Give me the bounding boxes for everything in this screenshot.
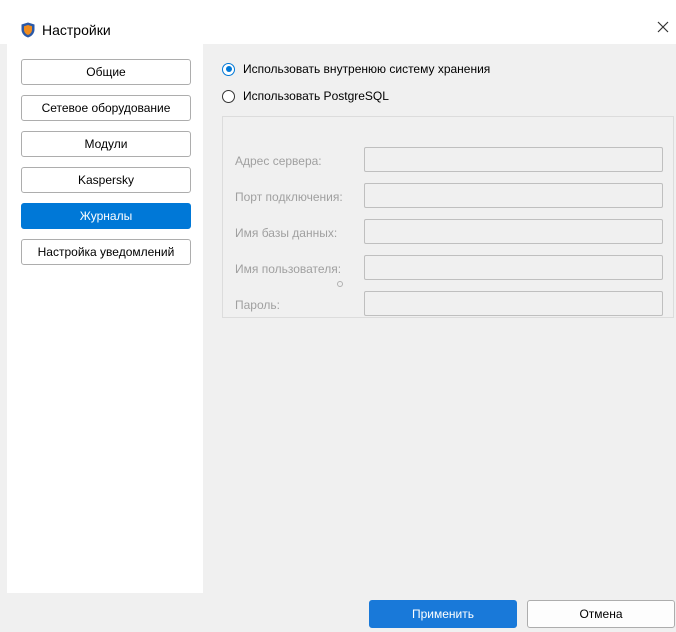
sidebar-item-label: Сетевое оборудование [41, 101, 171, 115]
close-icon [650, 21, 676, 43]
sidebar-item-network-equipment[interactable]: Сетевое оборудование [21, 95, 191, 121]
shield-icon [21, 22, 35, 38]
window-title: Настройки [42, 22, 111, 38]
cancel-button[interactable]: Отмена [527, 600, 675, 628]
settings-sidebar: Общие Сетевое оборудование Модули Kasper… [7, 44, 203, 593]
close-button[interactable] [650, 14, 676, 40]
password-hint-dot [337, 281, 343, 287]
sidebar-item-label: Общие [86, 65, 126, 79]
radio-unchecked-icon[interactable] [222, 89, 235, 103]
radio-postgresql[interactable]: Использовать PostgreSQL [222, 87, 389, 105]
sidebar-item-label: Модули [84, 137, 128, 151]
radio-label: Использовать внутренюю систему хранения [243, 62, 491, 76]
connection-port-input[interactable] [364, 183, 663, 208]
database-name-label: Имя базы данных: [235, 226, 338, 240]
sidebar-item-modules[interactable]: Модули [21, 131, 191, 157]
password-label: Пароль: [235, 298, 280, 312]
sidebar-item-label: Настройка уведомлений [37, 245, 175, 259]
database-name-input[interactable] [364, 219, 663, 244]
password-input[interactable] [364, 291, 663, 316]
radio-internal-storage[interactable]: Использовать внутренюю систему хранения [222, 60, 490, 78]
radio-label: Использовать PostgreSQL [243, 89, 389, 103]
sidebar-item-label: Kaspersky [77, 173, 135, 187]
apply-button[interactable]: Применить [369, 600, 517, 628]
connection-port-label: Порт подключения: [235, 190, 343, 204]
username-input[interactable] [364, 255, 663, 280]
title-bar: Настройки [0, 0, 676, 40]
server-address-input[interactable] [364, 147, 663, 172]
sidebar-item-kaspersky[interactable]: Kaspersky [21, 167, 191, 193]
settings-window: Настройки Общие Сетевое оборудование Мод… [0, 0, 676, 632]
server-address-label: Адрес сервера: [235, 154, 322, 168]
sidebar-item-label: Журналы [79, 209, 133, 223]
radio-checked-icon[interactable] [222, 62, 235, 76]
postgresql-settings-group: Адрес сервера: Порт подключения: Имя баз… [222, 116, 674, 318]
sidebar-item-general[interactable]: Общие [21, 59, 191, 85]
sidebar-item-logs[interactable]: Журналы [21, 203, 191, 229]
settings-content: Общие Сетевое оборудование Модули Kasper… [0, 44, 676, 632]
username-label: Имя пользователя: [235, 262, 342, 276]
sidebar-item-notification-settings[interactable]: Настройка уведомлений [21, 239, 191, 265]
